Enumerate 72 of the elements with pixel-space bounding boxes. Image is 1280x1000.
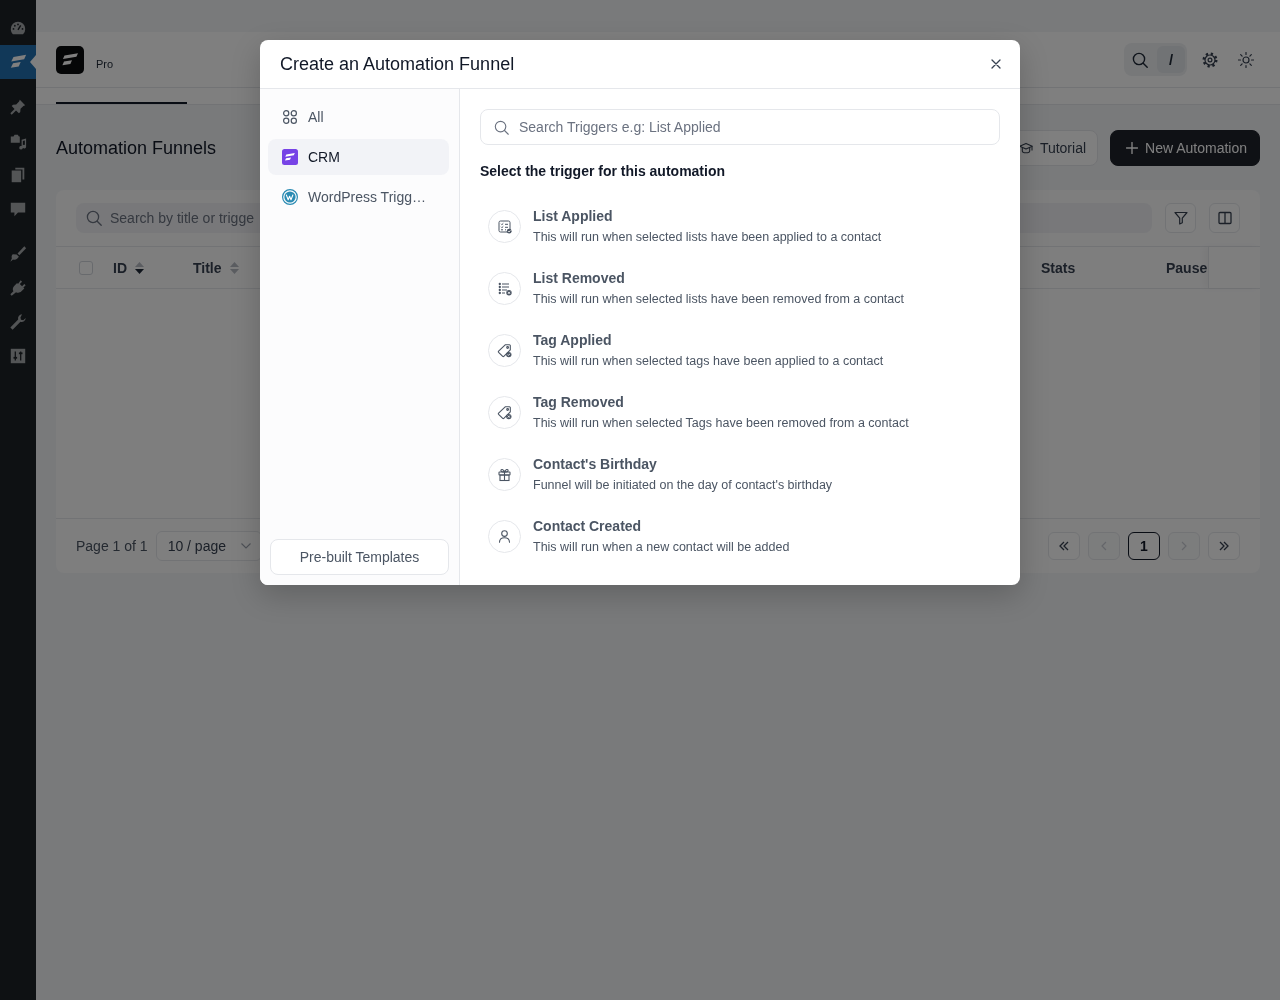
settings-icon[interactable]	[1202, 51, 1218, 68]
category-item[interactable]: WordPress Trigg…	[268, 179, 449, 215]
funnel-icon	[1173, 211, 1188, 225]
sun-icon[interactable]	[1238, 51, 1254, 68]
speech-bubble-icon	[9, 200, 27, 218]
trigger-title[interactable]: Tag Applied	[533, 330, 884, 350]
command-icon	[282, 109, 298, 125]
trigger-search-field[interactable]: Search Triggers e.g: List Applied	[480, 109, 1000, 145]
paintbrush-icon	[9, 245, 27, 263]
double-chevron-right-icon	[1219, 541, 1229, 551]
plus-icon	[1126, 142, 1139, 154]
gauge-icon	[9, 19, 27, 37]
plug-icon	[9, 279, 27, 297]
category-item[interactable]: All	[268, 99, 449, 135]
page-title: Automation Funnels	[56, 137, 217, 159]
columns-icon	[1217, 211, 1232, 225]
app-logo-icon	[9, 53, 27, 71]
column-header[interactable]: Title	[193, 259, 222, 276]
trigger-title[interactable]: List Applied	[533, 206, 882, 226]
search-icon	[494, 119, 509, 135]
close-icon[interactable]	[991, 59, 1001, 69]
wordpress-logo-icon	[282, 189, 298, 205]
section-label: Select the trigger for this automation	[480, 162, 727, 181]
tag-remove-icon	[488, 395, 521, 429]
search-icon	[86, 210, 102, 226]
column-header: Pause	[1166, 259, 1208, 276]
new-automation-button[interactable]: New Automation	[1110, 130, 1260, 166]
camera-music-icon	[9, 132, 27, 150]
list-remove-icon	[488, 271, 521, 305]
first-page-button[interactable]	[1048, 532, 1080, 560]
chevron-down-icon	[240, 543, 251, 549]
modal-title: Create an Automation Funnel	[280, 53, 515, 75]
trigger-title[interactable]: Contact Created	[533, 516, 790, 536]
search-button[interactable]: /	[1124, 43, 1187, 76]
wrench-icon	[9, 313, 27, 331]
last-page-button[interactable]	[1208, 532, 1240, 560]
trigger-description: Funnel will be initiated on the day of contact's birthday	[533, 477, 833, 494]
trigger-description: This will run when selected lists have been removed from a contact	[533, 291, 904, 308]
trigger-description: This will run when selected Tags have been removed from a contact	[533, 415, 909, 432]
filter-button[interactable]	[1165, 203, 1196, 233]
pre-built-templates-button[interactable]: Pre-built Templates	[270, 539, 449, 575]
page-info: Page 1 of 1	[76, 538, 148, 554]
chevron-left-icon	[1101, 541, 1107, 551]
checklist-icon	[488, 209, 521, 243]
user-icon	[488, 519, 521, 553]
app-logo-icon	[282, 149, 298, 165]
page-number-button[interactable]: 1	[1128, 532, 1160, 560]
columns-button[interactable]	[1209, 203, 1240, 233]
trigger-description: This will run when selected tags have been applied to a contact	[533, 353, 884, 370]
column-header[interactable]: ID	[113, 259, 127, 276]
trigger-description: This will run when a new contact will be added	[533, 539, 790, 556]
trigger-description: This will run when selected lists have been applied to a contact	[533, 229, 882, 246]
double-chevron-left-icon	[1059, 541, 1069, 551]
sliders-icon	[9, 347, 27, 365]
tag-check-icon	[488, 333, 521, 367]
app-logo-icon[interactable]	[56, 45, 84, 74]
edition-label: Pro	[96, 56, 114, 70]
sort-icon[interactable]	[135, 261, 144, 274]
trigger-title[interactable]: Tag Removed	[533, 392, 909, 412]
gift-icon	[488, 457, 521, 491]
trigger-title[interactable]: Contact's Birthday	[533, 454, 833, 474]
shortcut-key: /	[1157, 46, 1185, 73]
category-item[interactable]: CRM	[268, 139, 449, 175]
documents-icon	[9, 166, 27, 184]
pin-icon	[9, 98, 27, 116]
graduation-cap-icon	[1018, 141, 1033, 155]
chevron-right-icon	[1181, 541, 1187, 551]
trigger-title[interactable]: List Removed	[533, 268, 904, 288]
page-size-select[interactable]: 10 / page	[155, 531, 262, 561]
search-icon	[1132, 51, 1148, 68]
column-header: Stats	[1041, 259, 1076, 276]
sidebar-menu-item[interactable]	[0, 45, 36, 79]
